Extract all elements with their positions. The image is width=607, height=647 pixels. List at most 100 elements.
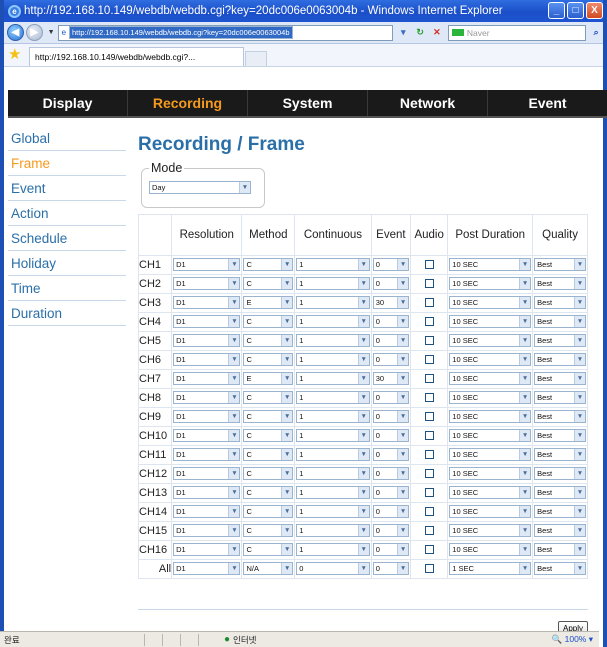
event-select[interactable]: 0 ▼ (372, 334, 410, 348)
quality-select[interactable]: Best ▼ (534, 429, 586, 443)
post-duration-select[interactable]: 10 SEC ▼ (449, 334, 532, 348)
sidebar-item-holiday[interactable]: Holiday (8, 251, 126, 276)
close-button[interactable]: X (586, 2, 603, 19)
audio-checkbox[interactable] (424, 374, 434, 384)
event-select[interactable]: 0 ▼ (372, 467, 410, 481)
continuous-select[interactable]: 1 ▼ (296, 429, 370, 443)
method-select[interactable]: C ▼ (243, 353, 294, 367)
resolution-select[interactable]: D1 ▼ (173, 277, 241, 291)
event-select[interactable]: 0 ▼ (372, 410, 410, 424)
nav-system[interactable]: System (248, 90, 368, 116)
resolution-select[interactable]: D1 ▼ (173, 372, 241, 386)
resolution-select[interactable]: D1 ▼ (173, 524, 241, 538)
method-select[interactable]: C ▼ (243, 258, 294, 272)
quality-select[interactable]: Best ▼ (534, 258, 586, 272)
event-select[interactable]: 0 ▼ (372, 391, 410, 405)
quality-select[interactable]: Best ▼ (534, 391, 586, 405)
quality-select[interactable]: Best ▼ (534, 315, 586, 329)
resolution-select[interactable]: D1 ▼ (173, 315, 241, 329)
continuous-select[interactable]: 1 ▼ (296, 543, 370, 557)
post-duration-select[interactable]: 10 SEC ▼ (449, 467, 532, 481)
quality-select[interactable]: Best ▼ (534, 334, 586, 348)
resolution-select[interactable]: D1 ▼ (173, 467, 241, 481)
method-select[interactable]: E ▼ (243, 296, 294, 310)
audio-checkbox[interactable] (424, 564, 434, 574)
resolution-select[interactable]: D1 ▼ (173, 486, 241, 500)
quality-select[interactable]: Best ▼ (534, 277, 586, 291)
post-duration-select[interactable]: 10 SEC ▼ (449, 353, 532, 367)
audio-checkbox[interactable] (424, 450, 434, 460)
nav-network[interactable]: Network (368, 90, 488, 116)
sidebar-item-frame[interactable]: Frame (8, 151, 126, 176)
nav-event[interactable]: Event (488, 90, 607, 116)
quality-select[interactable]: Best ▼ (534, 296, 586, 310)
method-select[interactable]: C ▼ (243, 543, 294, 557)
method-select[interactable]: N/A ▼ (243, 562, 294, 576)
event-select[interactable]: 30 ▼ (372, 372, 410, 386)
method-select[interactable]: C ▼ (243, 334, 294, 348)
stop-icon[interactable]: ✕ (430, 26, 444, 40)
audio-checkbox[interactable] (424, 336, 434, 346)
post-duration-select[interactable]: 10 SEC ▼ (449, 543, 532, 557)
back-icon[interactable]: ◀ (7, 24, 24, 41)
post-duration-select[interactable]: 10 SEC ▼ (449, 277, 532, 291)
zoom-level[interactable]: 🔍 100% ▾ (552, 634, 593, 645)
continuous-select[interactable]: 1 ▼ (296, 505, 370, 519)
continuous-select[interactable]: 0 ▼ (296, 562, 370, 576)
post-duration-select[interactable]: 10 SEC ▼ (449, 296, 532, 310)
event-select[interactable]: 0 ▼ (372, 429, 410, 443)
event-select[interactable]: 0 ▼ (372, 353, 410, 367)
address-field[interactable]: e http://192.168.10.149/webdb/webdb.cgi?… (57, 24, 394, 41)
method-select[interactable]: C ▼ (243, 467, 294, 481)
method-select[interactable]: C ▼ (243, 486, 294, 500)
search-input[interactable]: Naver (447, 24, 587, 41)
resolution-select[interactable]: D1 ▼ (173, 334, 241, 348)
post-duration-select[interactable]: 1 SEC ▼ (449, 562, 532, 576)
resolution-select[interactable]: D1 ▼ (173, 353, 241, 367)
minimize-button[interactable]: _ (548, 2, 565, 19)
method-select[interactable]: C ▼ (243, 448, 294, 462)
resolution-select[interactable]: D1 ▼ (173, 505, 241, 519)
continuous-select[interactable]: 1 ▼ (296, 315, 370, 329)
continuous-select[interactable]: 1 ▼ (296, 410, 370, 424)
address-dropdown-icon[interactable]: ▾ (396, 26, 410, 40)
method-select[interactable]: C ▼ (243, 277, 294, 291)
sidebar-item-global[interactable]: Global (8, 126, 126, 151)
favorites-star-icon[interactable]: ★ (8, 45, 26, 63)
audio-checkbox[interactable] (424, 488, 434, 498)
post-duration-select[interactable]: 10 SEC ▼ (449, 429, 532, 443)
continuous-select[interactable]: 1 ▼ (296, 467, 370, 481)
sidebar-item-event[interactable]: Event (8, 176, 126, 201)
quality-select[interactable]: Best ▼ (534, 524, 586, 538)
audio-checkbox[interactable] (424, 279, 434, 289)
sidebar-item-time[interactable]: Time (8, 276, 126, 301)
method-select[interactable]: E ▼ (243, 372, 294, 386)
quality-select[interactable]: Best ▼ (534, 467, 586, 481)
post-duration-select[interactable]: 10 SEC ▼ (449, 315, 532, 329)
method-select[interactable]: C ▼ (243, 410, 294, 424)
search-icon[interactable]: ⌕ (589, 26, 603, 40)
method-select[interactable]: C ▼ (243, 429, 294, 443)
audio-checkbox[interactable] (424, 412, 434, 422)
continuous-select[interactable]: 1 ▼ (296, 524, 370, 538)
continuous-select[interactable]: 1 ▼ (296, 258, 370, 272)
post-duration-select[interactable]: 10 SEC ▼ (449, 448, 532, 462)
quality-select[interactable]: Best ▼ (534, 505, 586, 519)
continuous-select[interactable]: 1 ▼ (296, 391, 370, 405)
nav-recording[interactable]: Recording (128, 90, 248, 116)
sidebar-item-duration[interactable]: Duration (8, 301, 126, 326)
audio-checkbox[interactable] (424, 393, 434, 403)
post-duration-select[interactable]: 10 SEC ▼ (449, 524, 532, 538)
method-select[interactable]: C ▼ (243, 524, 294, 538)
method-select[interactable]: C ▼ (243, 505, 294, 519)
sidebar-item-schedule[interactable]: Schedule (8, 226, 126, 251)
method-select[interactable]: C ▼ (243, 315, 294, 329)
continuous-select[interactable]: 1 ▼ (296, 296, 370, 310)
audio-checkbox[interactable] (424, 526, 434, 536)
history-dropdown-icon[interactable]: ▼ (48, 29, 55, 36)
quality-select[interactable]: Best ▼ (534, 353, 586, 367)
post-duration-select[interactable]: 10 SEC ▼ (449, 258, 532, 272)
continuous-select[interactable]: 1 ▼ (296, 448, 370, 462)
resolution-select[interactable]: D1 ▼ (173, 258, 241, 272)
audio-checkbox[interactable] (424, 260, 434, 270)
